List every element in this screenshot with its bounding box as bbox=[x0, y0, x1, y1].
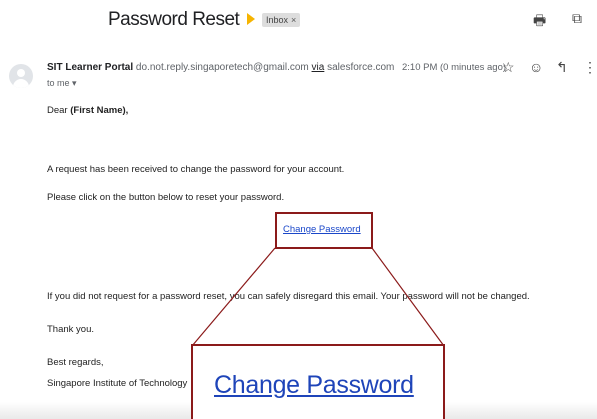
via-text: via salesforce.com bbox=[312, 62, 395, 73]
emoji-reaction-icon[interactable]: ☺ bbox=[529, 59, 543, 75]
via-domain: salesforce.com bbox=[327, 62, 395, 73]
zoomed-change-password-link[interactable]: Change Password bbox=[214, 371, 414, 400]
recipient-details-toggle[interactable]: to me ▾ bbox=[47, 78, 77, 89]
importance-marker-icon[interactable] bbox=[247, 13, 255, 25]
via-link[interactable]: via bbox=[312, 62, 325, 73]
thanks-text: Thank you. bbox=[47, 324, 94, 335]
reply-icon[interactable]: ↰ bbox=[556, 59, 568, 76]
greeting-name: (First Name), bbox=[70, 105, 129, 116]
remove-label-icon[interactable]: × bbox=[291, 13, 296, 27]
sender-email: do.not.reply.singaporetech@gmail.com bbox=[135, 62, 309, 73]
greeting: Dear (First Name), bbox=[47, 105, 128, 116]
star-icon[interactable]: ☆ bbox=[502, 59, 515, 76]
print-icon[interactable]: 🖶 bbox=[533, 10, 546, 34]
more-options-icon[interactable]: ⋮ bbox=[583, 59, 597, 76]
signoff-text: Best regards, bbox=[47, 357, 104, 368]
sender-name[interactable]: SIT Learner Portal bbox=[47, 62, 133, 73]
paragraph-disregard: If you did not request for a password re… bbox=[47, 291, 530, 302]
paragraph-request: A request has been received to change th… bbox=[47, 164, 345, 175]
signature-text: Singapore Institute of Technology bbox=[47, 378, 188, 389]
open-new-window-icon[interactable]: ⧉ bbox=[572, 10, 582, 27]
sender-line: SIT Learner Portal do.not.reply.singapor… bbox=[47, 62, 394, 73]
paragraph-instruction: Please click on the button below to rese… bbox=[47, 192, 285, 203]
inbox-label-chip[interactable]: Inbox × bbox=[262, 13, 301, 27]
inbox-label-text: Inbox bbox=[266, 15, 289, 25]
avatar bbox=[9, 64, 33, 88]
email-subject: Password Reset bbox=[108, 9, 240, 30]
email-timestamp: 2:10 PM (0 minutes ago) bbox=[402, 62, 507, 73]
link-highlight-box bbox=[275, 212, 373, 249]
greeting-prefix: Dear bbox=[47, 105, 68, 116]
